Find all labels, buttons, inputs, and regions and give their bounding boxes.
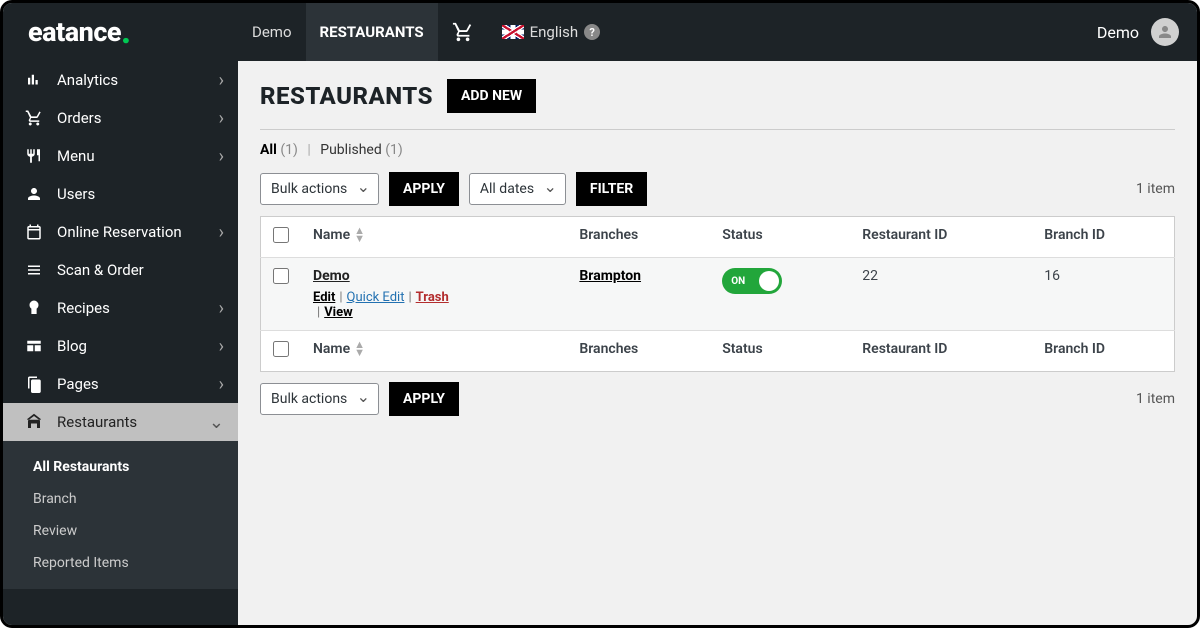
sidebar: Analytics› Orders› Menu› Users Online Re…: [3, 61, 238, 625]
recipes-icon: [23, 299, 45, 317]
sort-icon: ▲▼: [354, 227, 365, 243]
chevron-right-icon: ›: [219, 108, 224, 129]
menu-icon: [23, 147, 45, 165]
table-row: Demo Edit|Quick Edit|Trash|View Brampton…: [261, 258, 1175, 331]
restaurants-table: Name▲▼ Branches Status Restaurant ID Bra…: [260, 216, 1175, 372]
chevron-down-icon: ⌄: [209, 412, 224, 433]
sidebar-item-orders[interactable]: Orders›: [3, 99, 238, 137]
apply-button-bottom[interactable]: APPLY: [389, 382, 459, 416]
chevron-right-icon: ›: [219, 374, 224, 395]
col-status: Status: [710, 217, 850, 258]
sidebar-item-users[interactable]: Users: [3, 175, 238, 213]
page-title: RESTAURANTS: [260, 82, 433, 110]
col-branches-foot: Branches: [567, 331, 710, 372]
item-count-bottom: 1 item: [1136, 391, 1175, 407]
row-title[interactable]: Demo: [313, 268, 350, 284]
submenu-branch[interactable]: Branch: [3, 483, 238, 515]
filter-published-count: (1): [385, 142, 403, 158]
col-name-foot[interactable]: Name▲▼: [301, 331, 567, 372]
col-status-foot: Status: [710, 331, 850, 372]
filter-published[interactable]: Published: [320, 142, 381, 158]
cart-icon: [452, 21, 474, 43]
blog-icon: [23, 337, 45, 355]
sidebar-item-online-reservation[interactable]: Online Reservation›: [3, 213, 238, 251]
all-dates-select[interactable]: All dates: [469, 173, 566, 205]
scan-icon: [23, 261, 45, 279]
col-branches: Branches: [567, 217, 710, 258]
filter-all[interactable]: All: [260, 142, 277, 158]
select-all-checkbox-bottom[interactable]: [273, 341, 289, 357]
cell-branch-id: 16: [1032, 258, 1174, 331]
col-name[interactable]: Name▲▼: [301, 217, 567, 258]
sidebar-item-menu[interactable]: Menu›: [3, 137, 238, 175]
sidebar-item-pages[interactable]: Pages›: [3, 365, 238, 403]
submenu-review[interactable]: Review: [3, 515, 238, 547]
top-nav-language[interactable]: English ?: [488, 3, 615, 61]
col-branch-id-foot: Branch ID: [1032, 331, 1174, 372]
cell-restaurant-id: 22: [850, 258, 1032, 331]
calendar-icon: [23, 223, 45, 241]
add-new-button[interactable]: ADD NEW: [447, 79, 536, 113]
select-all-checkbox-top[interactable]: [273, 227, 289, 243]
top-nav-restaurants[interactable]: RESTAURANTS: [306, 3, 438, 61]
col-restaurant-id-foot: Restaurant ID: [850, 331, 1032, 372]
user-icon: [23, 185, 45, 203]
submenu-all-restaurants[interactable]: All Restaurants: [3, 451, 238, 483]
top-nav-cart[interactable]: [438, 3, 488, 61]
col-branch-id: Branch ID: [1032, 217, 1174, 258]
filter-links: All (1) | Published (1): [260, 130, 1175, 172]
action-edit[interactable]: Edit: [313, 290, 335, 305]
row-checkbox[interactable]: [273, 268, 289, 284]
help-icon: ?: [584, 24, 600, 40]
branch-link[interactable]: Brampton: [579, 268, 641, 284]
sidebar-item-blog[interactable]: Blog›: [3, 327, 238, 365]
analytics-icon: [23, 71, 45, 89]
chevron-right-icon: ›: [219, 336, 224, 357]
action-quick-edit[interactable]: Quick Edit: [347, 290, 405, 305]
sidebar-item-recipes[interactable]: Recipes›: [3, 289, 238, 327]
filter-button[interactable]: FILTER: [576, 172, 647, 206]
sidebar-item-scan-order[interactable]: Scan & Order: [3, 251, 238, 289]
item-count-top: 1 item: [1136, 181, 1175, 197]
col-restaurant-id: Restaurant ID: [850, 217, 1032, 258]
toggle-knob: [759, 271, 779, 291]
bulk-actions-select[interactable]: Bulk actions: [260, 173, 379, 205]
sidebar-item-analytics[interactable]: Analytics›: [3, 61, 238, 99]
filter-all-count: (1): [280, 142, 298, 158]
toggle-label: ON: [731, 276, 745, 287]
top-nav-demo[interactable]: Demo: [238, 3, 306, 61]
avatar[interactable]: [1151, 18, 1179, 46]
status-toggle[interactable]: ON: [722, 268, 782, 294]
sort-icon: ▲▼: [354, 341, 365, 357]
chevron-right-icon: ›: [219, 70, 224, 91]
flag-uk-icon: [502, 25, 524, 39]
avatar-icon: [1156, 23, 1174, 41]
submenu-reported-items[interactable]: Reported Items: [3, 547, 238, 579]
user-name[interactable]: Demo: [1097, 23, 1139, 42]
submenu-restaurants: All Restaurants Branch Review Reported I…: [3, 441, 238, 589]
store-icon: [23, 413, 45, 431]
action-view[interactable]: View: [324, 305, 353, 320]
logo[interactable]: eatance.: [3, 3, 238, 61]
chevron-right-icon: ›: [219, 222, 224, 243]
apply-button-top[interactable]: APPLY: [389, 172, 459, 206]
sidebar-item-restaurants[interactable]: Restaurants⌄: [3, 403, 238, 441]
bulk-actions-select-bottom[interactable]: Bulk actions: [260, 383, 379, 415]
chevron-right-icon: ›: [219, 146, 224, 167]
action-trash[interactable]: Trash: [416, 290, 449, 305]
chevron-right-icon: ›: [219, 298, 224, 319]
pages-icon: [23, 375, 45, 393]
cart-icon: [23, 109, 45, 127]
